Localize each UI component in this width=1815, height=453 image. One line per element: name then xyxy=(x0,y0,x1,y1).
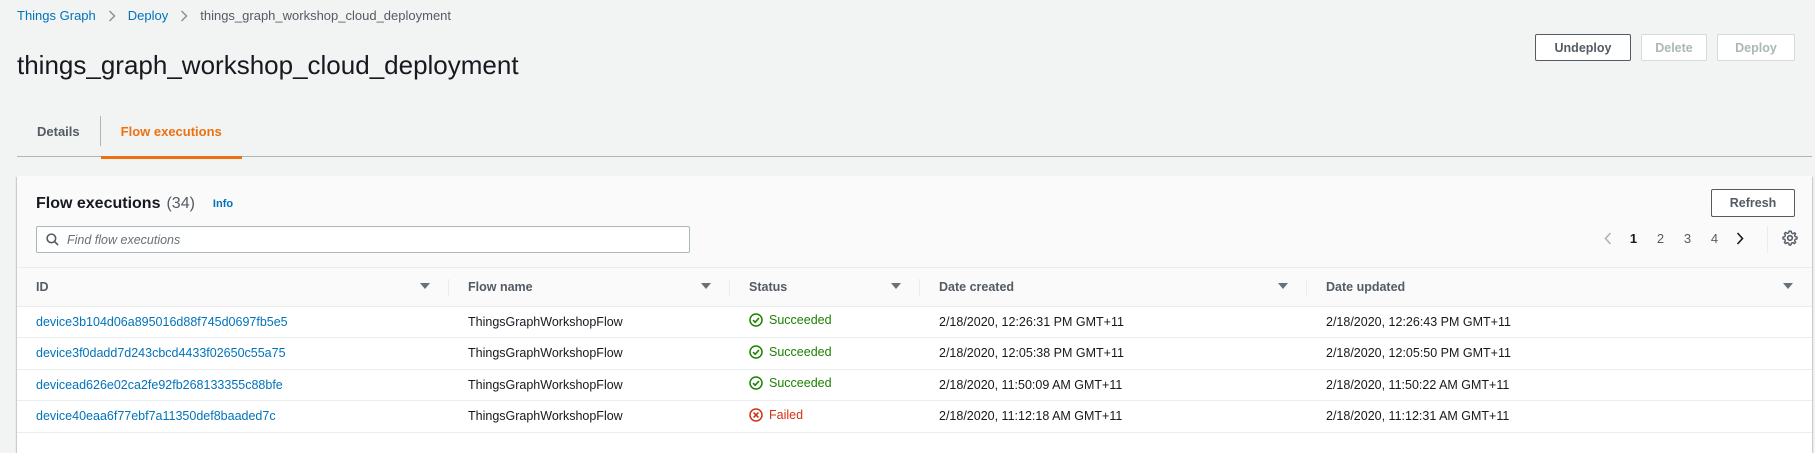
refresh-button[interactable]: Refresh xyxy=(1711,189,1795,217)
tab-details[interactable]: Details xyxy=(17,106,100,157)
panel-title: Flow executions (34) Info xyxy=(36,195,233,213)
table-row: device3b104d06a895016d88f745d0697fb5e5 T… xyxy=(17,306,1812,338)
delete-button: Delete xyxy=(1641,34,1707,61)
table-row: devicead626e02ca2fe92fb268133355c88bfe T… xyxy=(17,369,1812,401)
status-badge: Failed xyxy=(749,408,803,422)
success-check-icon xyxy=(749,313,763,327)
execution-id-link[interactable]: device3b104d06a895016d88f745d0697fb5e5 xyxy=(36,315,288,329)
pagination: 1 2 3 4 xyxy=(1596,231,1752,246)
status-text: Failed xyxy=(769,407,804,422)
flow-name-cell: ThingsGraphWorkshopFlow xyxy=(449,306,730,338)
status-badge: Succeeded xyxy=(749,376,832,390)
column-header-date-created[interactable]: Date created xyxy=(920,268,1307,307)
date-created-cell: 2/18/2020, 12:26:31 PM GMT+11 xyxy=(920,306,1307,338)
flow-name-cell: ThingsGraphWorkshopFlow xyxy=(449,400,730,433)
column-header-status[interactable]: Status xyxy=(730,268,920,307)
page-3[interactable]: 3 xyxy=(1674,231,1701,246)
column-header-id[interactable]: ID xyxy=(17,268,449,307)
deploy-button: Deploy xyxy=(1717,34,1795,61)
page-1[interactable]: 1 xyxy=(1620,231,1647,246)
sort-caret-icon xyxy=(701,283,711,290)
flow-name-cell: ThingsGraphWorkshopFlow xyxy=(449,369,730,401)
table-header-row: ID Flow name Status Date created Date up… xyxy=(17,268,1812,307)
undeploy-button[interactable]: Undeploy xyxy=(1535,34,1631,61)
previous-page-icon[interactable] xyxy=(1596,232,1620,245)
date-created-cell: 2/18/2020, 11:50:09 AM GMT+11 xyxy=(920,369,1307,401)
column-header-flow-name[interactable]: Flow name xyxy=(449,268,730,307)
pagination-divider xyxy=(1767,226,1768,253)
sort-caret-icon xyxy=(1783,283,1793,290)
page-2[interactable]: 2 xyxy=(1647,231,1674,246)
breadcrumb-current: things_graph_workshop_cloud_deployment xyxy=(200,8,452,23)
page-4[interactable]: 4 xyxy=(1701,231,1728,246)
date-created-cell: 2/18/2020, 12:05:38 PM GMT+11 xyxy=(920,337,1307,370)
status-text: Succeeded xyxy=(769,344,832,359)
sort-caret-icon xyxy=(420,283,430,290)
panel-header: Flow executions (34) Info Refresh 1 2 3 … xyxy=(17,176,1812,268)
chevron-right-icon xyxy=(180,9,188,22)
header-actions: Undeploy Delete Deploy xyxy=(1535,34,1795,61)
info-link[interactable]: Info xyxy=(213,198,233,210)
panel-count: (34) xyxy=(166,195,195,212)
date-updated-cell: 2/18/2020, 11:12:31 AM GMT+11 xyxy=(1307,400,1812,433)
breadcrumb: Things Graph Deploy things_graph_worksho… xyxy=(17,8,451,23)
executions-table: ID Flow name Status Date created Date up… xyxy=(17,268,1812,433)
gear-icon[interactable] xyxy=(1782,230,1798,251)
sort-caret-icon xyxy=(891,283,901,290)
date-updated-cell: 2/18/2020, 12:26:43 PM GMT+11 xyxy=(1307,306,1812,338)
next-page-icon[interactable] xyxy=(1728,232,1752,245)
tab-flow-executions[interactable]: Flow executions xyxy=(100,106,242,159)
breadcrumb-things-graph[interactable]: Things Graph xyxy=(17,8,96,23)
search-icon xyxy=(37,233,67,246)
status-badge: Succeeded xyxy=(749,345,832,359)
success-check-icon xyxy=(749,345,763,359)
execution-id-link[interactable]: devicead626e02ca2fe92fb268133355c88bfe xyxy=(36,378,283,392)
flow-executions-panel: Flow executions (34) Info Refresh 1 2 3 … xyxy=(17,176,1812,453)
tabs: Details Flow executions xyxy=(17,106,1812,159)
status-badge: Succeeded xyxy=(749,313,832,327)
flow-name-cell: ThingsGraphWorkshopFlow xyxy=(449,337,730,370)
success-check-icon xyxy=(749,376,763,390)
breadcrumb-deploy[interactable]: Deploy xyxy=(128,8,168,23)
column-header-date-updated[interactable]: Date updated xyxy=(1307,268,1812,307)
sort-caret-icon xyxy=(1278,283,1288,290)
search-input[interactable] xyxy=(67,232,689,247)
date-updated-cell: 2/18/2020, 11:50:22 AM GMT+11 xyxy=(1307,369,1812,401)
panel-title-text: Flow executions xyxy=(36,195,161,212)
page-title: things_graph_workshop_cloud_deployment xyxy=(17,50,519,80)
chevron-right-icon xyxy=(108,9,116,22)
execution-id-link[interactable]: device40eaa6f77ebf7a11350def8baaded7c xyxy=(36,409,276,423)
table-row: device3f0dadd7d243cbcd4433f02650c55a75 T… xyxy=(17,337,1812,370)
execution-id-link[interactable]: device3f0dadd7d243cbcd4433f02650c55a75 xyxy=(36,346,286,360)
failed-x-icon xyxy=(749,408,763,422)
date-updated-cell: 2/18/2020, 12:05:50 PM GMT+11 xyxy=(1307,337,1812,370)
status-text: Succeeded xyxy=(769,376,832,391)
date-created-cell: 2/18/2020, 11:12:18 AM GMT+11 xyxy=(920,400,1307,433)
table-row: device40eaa6f77ebf7a11350def8baaded7c Th… xyxy=(17,400,1812,433)
status-text: Succeeded xyxy=(769,313,832,328)
search-field xyxy=(36,226,690,253)
